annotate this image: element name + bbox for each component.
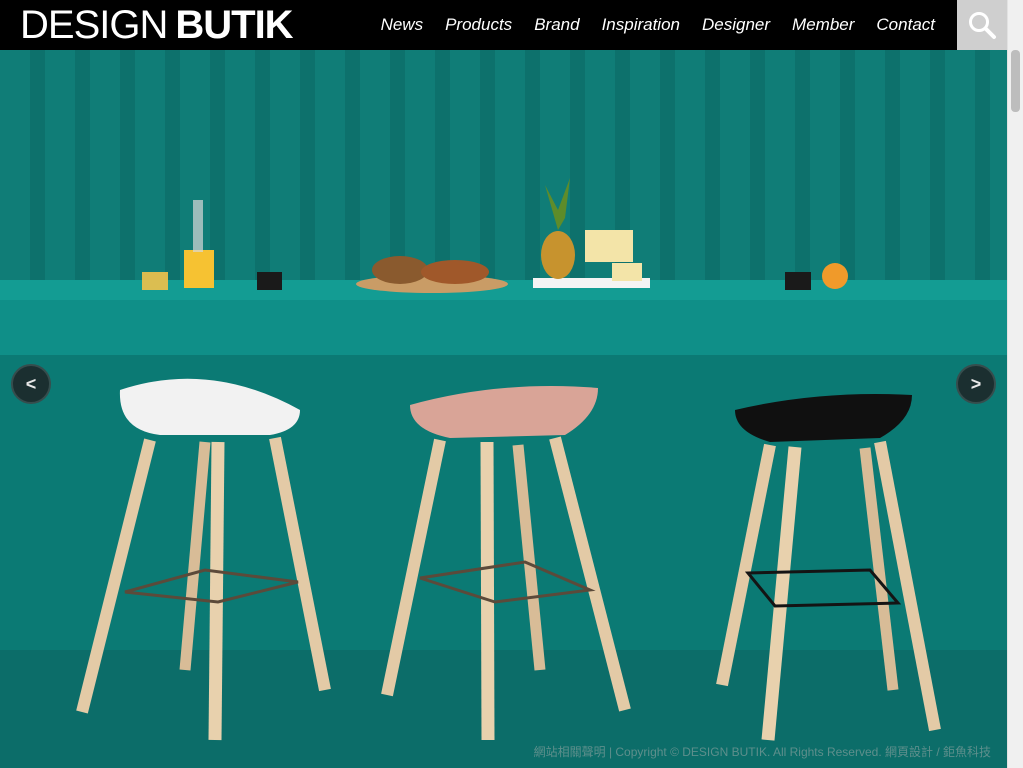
scrollbar-thumb[interactable]	[1011, 50, 1020, 112]
slider-next-button[interactable]: >	[956, 364, 996, 404]
footer-copyright: 網站相關聲明 | Copyright © DESIGN BUTIK. All R…	[533, 745, 991, 759]
site-logo[interactable]: DESIGN BUTIK	[20, 2, 294, 48]
nav-item-news[interactable]: News	[381, 15, 424, 35]
slider-prev-button[interactable]: <	[11, 364, 51, 404]
hero-image	[0, 50, 1007, 768]
hero-slideshow: < >	[0, 50, 1007, 768]
wall-panels	[0, 50, 1007, 290]
nav-item-brand[interactable]: Brand	[534, 15, 579, 35]
logo-text-light: DESIGN	[20, 3, 168, 47]
chevron-right-icon: >	[970, 373, 982, 394]
search-icon	[969, 12, 996, 39]
nav-item-contact[interactable]: Contact	[876, 15, 935, 35]
nav-item-member[interactable]: Member	[792, 15, 854, 35]
search-button[interactable]	[957, 0, 1007, 50]
nav-item-inspiration[interactable]: Inspiration	[602, 15, 680, 35]
main-nav: News Products Brand Inspiration Designer…	[359, 0, 935, 50]
page-scrollbar[interactable]	[1007, 0, 1023, 768]
nav-item-designer[interactable]: Designer	[702, 15, 770, 35]
nav-item-products[interactable]: Products	[445, 15, 512, 35]
chevron-left-icon: <	[25, 373, 37, 394]
logo-text-bold: BUTIK	[175, 3, 293, 47]
top-navigation-bar: DESIGN BUTIK News Products Brand Inspirat…	[0, 0, 1007, 50]
